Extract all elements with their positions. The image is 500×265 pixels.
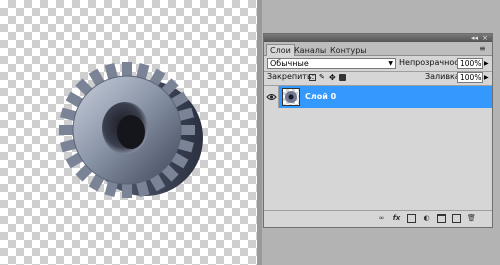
layers-list: Слой 0 bbox=[264, 86, 492, 211]
fill-dropdown-icon[interactable]: ▶ bbox=[484, 72, 489, 83]
trash-icon[interactable]: 🗑 bbox=[467, 214, 476, 223]
panel-tabs: Слои Каналы Контуры ≡ bbox=[264, 42, 492, 56]
close-icon[interactable]: × bbox=[482, 34, 488, 42]
canvas-border bbox=[257, 0, 262, 265]
fill-input[interactable]: 100% bbox=[457, 72, 483, 83]
layer-name: Слой 0 bbox=[305, 92, 337, 101]
tab-channels[interactable]: Каналы bbox=[290, 44, 330, 55]
layers-panel: ◂◂ × Слои Каналы Контуры ≡ Обычные ▼ Неп… bbox=[263, 33, 493, 228]
mask-icon[interactable] bbox=[407, 214, 416, 223]
new-layer-icon[interactable] bbox=[452, 214, 461, 223]
adjustment-icon[interactable]: ◐ bbox=[422, 214, 431, 223]
gear-thumbnail-icon bbox=[285, 91, 297, 103]
visibility-toggle[interactable] bbox=[264, 86, 279, 108]
panel-menu-icon[interactable]: ≡ bbox=[479, 44, 488, 53]
lock-position-icon[interactable]: ✥ bbox=[329, 74, 336, 82]
lock-pixels-icon[interactable]: ✎ bbox=[319, 74, 326, 81]
chevron-down-icon: ▼ bbox=[388, 60, 393, 67]
lock-transparent-icon[interactable] bbox=[309, 74, 316, 81]
opacity-dropdown-icon[interactable]: ▶ bbox=[484, 58, 489, 69]
tab-paths[interactable]: Контуры bbox=[326, 44, 371, 55]
collapse-icon[interactable]: ◂◂ bbox=[471, 34, 478, 42]
panel-titlebar[interactable]: ◂◂ × bbox=[264, 34, 492, 42]
layer-row[interactable]: Слой 0 bbox=[264, 86, 492, 108]
document-canvas[interactable] bbox=[0, 0, 257, 265]
group-folder-icon[interactable] bbox=[437, 214, 446, 223]
opacity-input[interactable]: 100% bbox=[457, 58, 483, 69]
fx-icon[interactable]: fx bbox=[392, 214, 401, 223]
blend-mode-select[interactable]: Обычные ▼ bbox=[267, 58, 396, 69]
layer-thumbnail bbox=[282, 88, 300, 106]
panel-footer: ∞ fx ◐ 🗑 bbox=[264, 210, 492, 227]
lock-label: Закрепить: bbox=[267, 72, 315, 81]
gear-image bbox=[59, 62, 203, 198]
lock-all-icon[interactable] bbox=[339, 74, 346, 81]
link-icon[interactable]: ∞ bbox=[377, 214, 386, 223]
blend-mode-value: Обычные bbox=[270, 59, 309, 68]
eye-icon bbox=[266, 94, 277, 100]
